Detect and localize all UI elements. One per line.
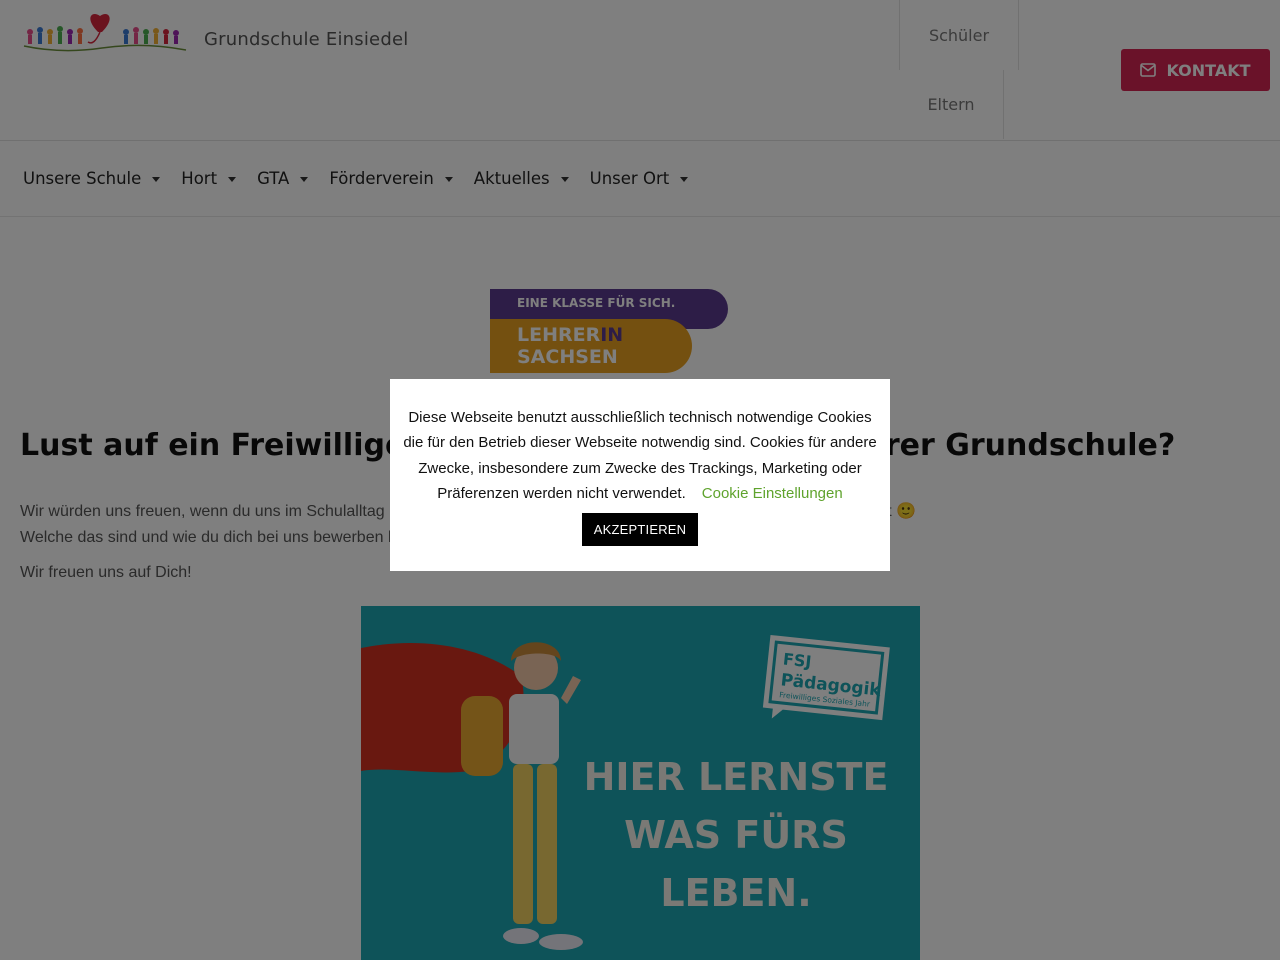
cookie-settings-link[interactable]: Cookie Einstellungen [702,485,843,502]
cookie-message: Diese Webseite benutzt ausschließlich te… [402,405,878,506]
cookie-consent-dialog: Diese Webseite benutzt ausschließlich te… [390,379,890,571]
accept-cookies-button[interactable]: AKZEPTIEREN [581,513,699,547]
